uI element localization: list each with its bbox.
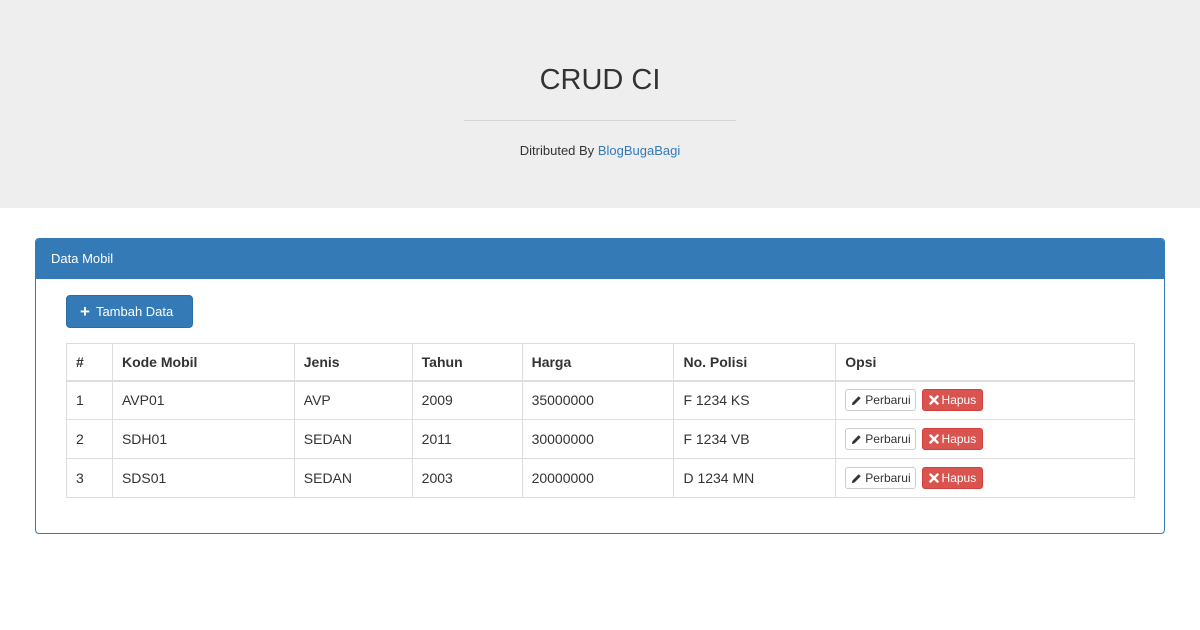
author-link[interactable]: BlogBugaBagi	[598, 143, 680, 158]
remove-icon	[928, 395, 939, 405]
column-header-kode: Kode Mobil	[111, 343, 295, 382]
edit-button[interactable]: Perbarui	[845, 467, 916, 489]
cell-number: 2	[66, 419, 113, 459]
delete-button[interactable]: Hapus	[921, 389, 984, 412]
cell-jenis: AVP	[293, 380, 413, 420]
cell-number: 3	[66, 458, 113, 498]
remove-icon	[928, 473, 939, 483]
delete-label: Hapus	[941, 393, 977, 408]
table-header-row: # Kode Mobil Jenis Tahun Harga No. Polis…	[66, 343, 1135, 382]
cell-harga: 35000000	[521, 380, 675, 420]
add-data-button[interactable]: + Tambah Data	[66, 295, 193, 328]
cell-tahun: 2003	[411, 458, 523, 498]
delete-button[interactable]: Hapus	[921, 428, 984, 450]
cell-polisi: F 1234 VB	[673, 419, 837, 459]
cell-opsi: Perbarui Hapus	[835, 419, 1135, 459]
column-header-number: #	[66, 343, 113, 382]
cell-polisi: D 1234 MN	[673, 458, 837, 498]
cell-polisi: F 1234 KS	[673, 380, 837, 420]
data-panel: Data Mobil + Tambah Data # Kode Mobil Je…	[35, 238, 1165, 534]
column-header-opsi: Opsi	[835, 343, 1135, 382]
cell-opsi: Perbarui Hapus	[835, 458, 1135, 498]
cell-kode: SDS01	[111, 458, 295, 498]
table-row: 1 AVP01 AVP 2009 35000000 F 1234 KS Perb…	[66, 380, 1135, 420]
cell-number: 1	[66, 380, 113, 420]
cars-table: # Kode Mobil Jenis Tahun Harga No. Polis…	[66, 343, 1135, 498]
header-divider	[464, 120, 736, 121]
add-data-label: Tambah Data	[95, 304, 174, 319]
cell-harga: 30000000	[521, 419, 675, 459]
cell-jenis: SEDAN	[293, 458, 413, 498]
header-subtitle: Ditributed By BlogBugaBagi	[0, 143, 1200, 158]
plus-icon: +	[80, 302, 90, 321]
column-header-tahun: Tahun	[411, 343, 523, 382]
pencil-icon	[851, 395, 862, 406]
cell-opsi: Perbarui Hapus	[835, 380, 1135, 420]
table-row: 2 SDH01 SEDAN 2011 30000000 F 1234 VB Pe…	[66, 419, 1135, 459]
edit-label: Perbarui	[865, 432, 911, 446]
edit-label: Perbarui	[865, 471, 911, 485]
column-header-jenis: Jenis	[293, 343, 413, 382]
edit-button[interactable]: Perbarui	[845, 428, 916, 450]
delete-label: Hapus	[941, 432, 977, 446]
cell-tahun: 2009	[411, 380, 523, 420]
pencil-icon	[851, 473, 862, 484]
cell-kode: AVP01	[111, 380, 295, 420]
delete-label: Hapus	[941, 471, 977, 485]
remove-icon	[928, 434, 939, 444]
cell-tahun: 2011	[411, 419, 523, 459]
cell-jenis: SEDAN	[293, 419, 413, 459]
pencil-icon	[851, 434, 862, 445]
jumbotron-header: CRUD CI Ditributed By BlogBugaBagi	[0, 0, 1200, 208]
cell-kode: SDH01	[111, 419, 295, 459]
cell-harga: 20000000	[521, 458, 675, 498]
edit-label: Perbarui	[865, 393, 911, 408]
panel-heading: Data Mobil	[36, 239, 1164, 279]
table-row: 3 SDS01 SEDAN 2003 20000000 D 1234 MN Pe…	[66, 458, 1135, 498]
page-title: CRUD CI	[539, 64, 661, 96]
edit-button[interactable]: Perbarui	[845, 389, 916, 412]
subtitle-prefix: Ditributed By	[519, 143, 598, 158]
column-header-polisi: No. Polisi	[673, 343, 837, 382]
delete-button[interactable]: Hapus	[921, 467, 984, 489]
column-header-harga: Harga	[521, 343, 675, 382]
